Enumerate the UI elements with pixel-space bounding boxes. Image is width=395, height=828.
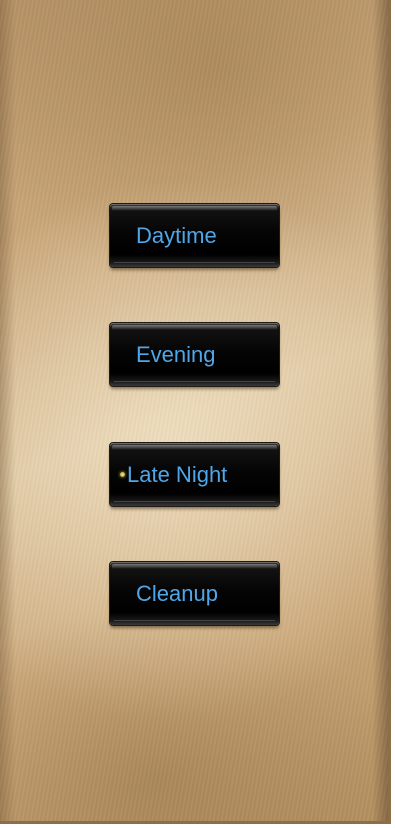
scene-button-cleanup[interactable]: Cleanup <box>110 562 279 625</box>
scene-button-evening[interactable]: Evening <box>110 323 279 386</box>
keypad-faceplate: Daytime Evening Late Night Cleanup <box>0 0 391 824</box>
scene-button-label: Late Night <box>127 462 228 487</box>
scene-button-label: Daytime <box>136 223 217 248</box>
status-led-icon <box>120 472 125 477</box>
scene-button-label: Cleanup <box>136 581 218 606</box>
scene-button-daytime[interactable]: Daytime <box>110 204 279 267</box>
scene-button-label: Evening <box>136 342 216 367</box>
scene-button-late-night[interactable]: Late Night <box>110 443 279 506</box>
